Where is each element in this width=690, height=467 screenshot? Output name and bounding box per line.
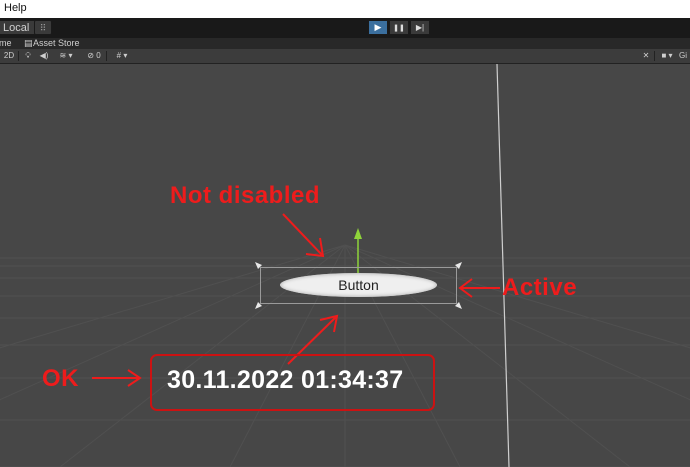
tools-icon: ✕ (642, 51, 650, 60)
grid-snap-icon: ⠿ (39, 23, 47, 33)
effects-icon: ≋ (59, 51, 67, 60)
datetime-label: 30.11.2022 01:34:37 (167, 366, 404, 394)
chevron-down-icon: ▾ (668, 51, 673, 60)
step-icon: ▶| (415, 23, 425, 32)
toggle-2d-button[interactable]: 2D (2, 50, 16, 62)
tab-asset-store[interactable]: Asset Store (33, 38, 80, 49)
step-button[interactable]: ▶| (410, 20, 430, 35)
play-icon: ▶ (374, 22, 382, 32)
camera-icon: ■ (661, 51, 667, 60)
grid-icon: # (116, 51, 122, 60)
annotation-not-disabled: Not disabled (170, 182, 321, 209)
ui-button[interactable]: Button (280, 273, 437, 297)
annotation-ok: OK (42, 365, 79, 392)
eye-slash-icon: ⊘ (87, 51, 94, 60)
grid-snap-button[interactable]: ⠿ (34, 20, 52, 35)
main-toolbar: Local ⠿ ▶ ❚❚ ▶| (0, 18, 690, 38)
menu-help[interactable]: Help (4, 2, 27, 14)
chevron-down-icon: ▾ (123, 51, 128, 60)
audio-toggle[interactable]: ◀) (38, 50, 50, 62)
lightbulb-icon: 💡︎ (25, 51, 31, 60)
pause-button[interactable]: ❚❚ (389, 20, 409, 35)
scene-toolbar: 2D 💡︎ ◀) ≋ ▾ ⊘ 0 # ▾ ✕ ■ ▾ Gi (0, 49, 690, 64)
effects-dropdown[interactable]: ≋ ▾ (55, 50, 77, 62)
tab-home[interactable]: me (0, 38, 12, 49)
rect-handle-top-right-icon[interactable] (455, 262, 462, 269)
pause-icon: ❚❚ (393, 25, 405, 32)
play-controls: ▶ ❚❚ ▶| (368, 20, 432, 35)
rect-handle-bottom-left-icon[interactable] (255, 302, 262, 309)
hidden-objects-toggle[interactable]: ⊘ 0 (84, 50, 104, 62)
rect-handle-top-left-icon[interactable] (255, 262, 262, 269)
menu-bar: Help (0, 0, 690, 18)
annotation-active: Active (502, 274, 578, 301)
lighting-toggle[interactable]: 💡︎ (22, 50, 34, 62)
window-tab-row: me ▤ Asset Store (0, 38, 690, 49)
chevron-down-icon: ▾ (68, 51, 73, 60)
gizmos-button[interactable]: Gi (679, 50, 690, 62)
grid-dropdown[interactable]: # ▾ (109, 50, 135, 62)
asset-store-icon: ▤ (24, 38, 33, 48)
rect-handle-bottom-right-icon[interactable] (455, 302, 462, 309)
play-button[interactable]: ▶ (368, 20, 388, 35)
hidden-count: 0 (96, 51, 101, 60)
gizmo-y-arrow-icon (354, 228, 362, 239)
speaker-icon: ◀) (39, 51, 49, 60)
tools-button[interactable]: ✕ (640, 50, 652, 62)
camera-dropdown[interactable]: ■ ▾ (657, 50, 677, 62)
